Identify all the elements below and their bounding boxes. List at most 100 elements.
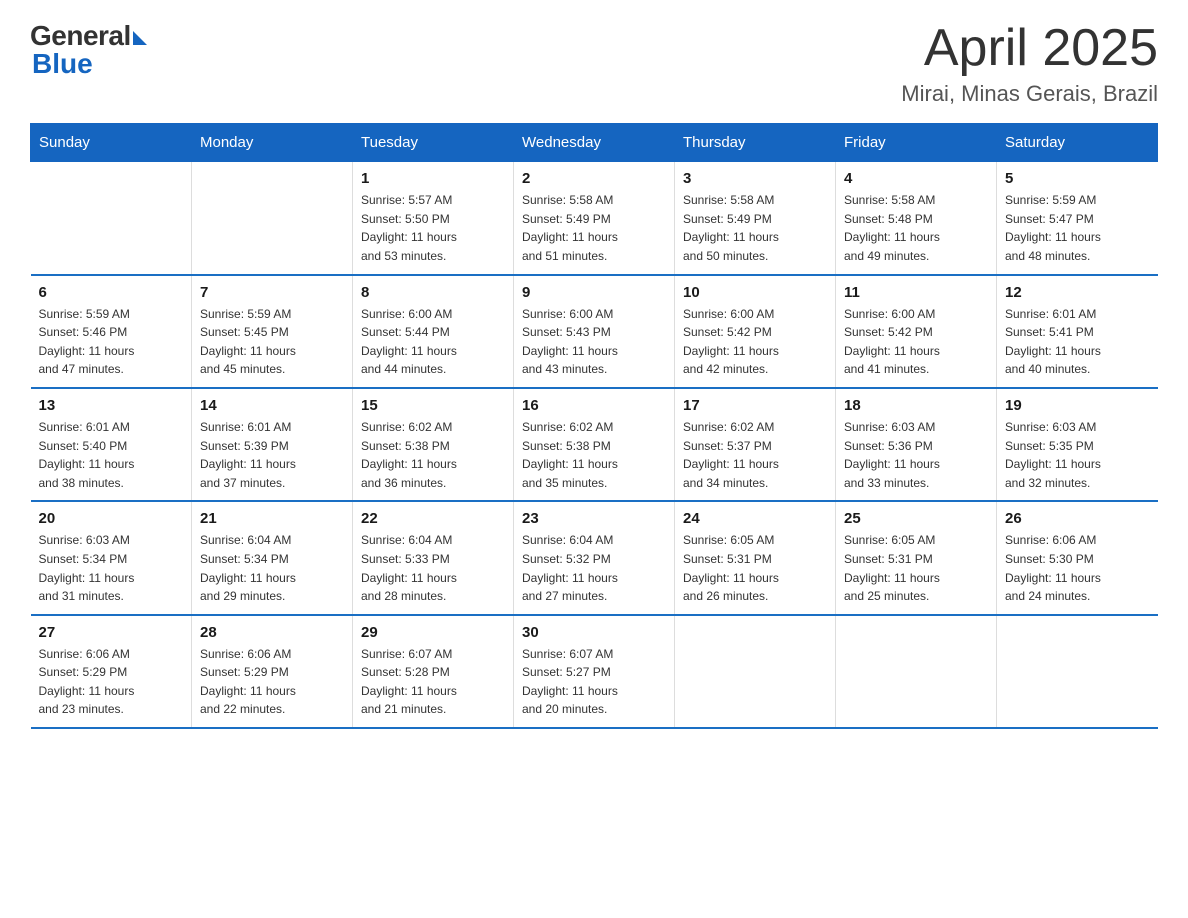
calendar-cell: 8Sunrise: 6:00 AMSunset: 5:44 PMDaylight… — [353, 275, 514, 388]
calendar-cell: 12 Sunrise: 6:01 AMSunset: 5:41 PMDayligh… — [997, 275, 1158, 388]
day-number: 28 — [200, 624, 344, 641]
day-number: 22 — [361, 510, 505, 527]
day-number: 15 — [361, 397, 505, 414]
day-number: 14 — [200, 397, 344, 414]
day-number: 24 — [683, 510, 827, 527]
day-info: Sunrise: 6:05 AMSunset: 5:31 PMDaylight:… — [844, 531, 988, 605]
day-number: 3 — [683, 170, 827, 187]
day-number: 16 — [522, 397, 666, 414]
calendar-cell — [192, 162, 353, 275]
day-info: Sunrise: 6:02 AMSunset: 5:37 PMDaylight:… — [683, 418, 827, 492]
calendar-cell — [836, 615, 997, 728]
day-number: 7 — [200, 284, 344, 301]
day-number: 30 — [522, 624, 666, 641]
calendar-cell: 6Sunrise: 5:59 AMSunset: 5:46 PMDaylight… — [31, 275, 192, 388]
calendar-cell: 14 Sunrise: 6:01 AMSunset: 5:39 PMDayligh… — [192, 388, 353, 501]
calendar-cell: 10Sunrise: 6:00 AMSunset: 5:42 PMDayligh… — [675, 275, 836, 388]
calendar-cell — [675, 615, 836, 728]
day-info: Sunrise: 6:01 AMSunset: 5:40 PMDaylight:… — [39, 418, 184, 492]
calendar-cell: 30 Sunrise: 6:07 AMSunset: 5:27 PMDayligh… — [514, 615, 675, 728]
calendar-week-row: 1 Sunrise: 5:57 AMSunset: 5:50 PMDaylight… — [31, 162, 1158, 275]
logo-blue-text: Blue — [30, 48, 93, 80]
col-sunday: Sunday — [31, 124, 192, 162]
day-info: Sunrise: 6:01 AMSunset: 5:39 PMDaylight:… — [200, 418, 344, 492]
day-info: Sunrise: 6:03 AMSunset: 5:35 PMDaylight:… — [1005, 418, 1150, 492]
col-tuesday: Tuesday — [353, 124, 514, 162]
day-number: 27 — [39, 624, 184, 641]
calendar-cell: 4Sunrise: 5:58 AMSunset: 5:48 PMDaylight… — [836, 162, 997, 275]
day-info: Sunrise: 6:03 AMSunset: 5:36 PMDaylight:… — [844, 418, 988, 492]
day-info: Sunrise: 6:03 AMSunset: 5:34 PMDaylight:… — [39, 531, 184, 605]
calendar-week-row: 13Sunrise: 6:01 AMSunset: 5:40 PMDayligh… — [31, 388, 1158, 501]
page-header: General Blue April 2025 Mirai, Minas Ger… — [30, 20, 1158, 107]
calendar-cell: 23 Sunrise: 6:04 AMSunset: 5:32 PMDayligh… — [514, 501, 675, 614]
calendar-cell: 17Sunrise: 6:02 AMSunset: 5:37 PMDayligh… — [675, 388, 836, 501]
day-number: 8 — [361, 284, 505, 301]
logo-arrow-icon — [133, 31, 147, 45]
calendar-cell: 18 Sunrise: 6:03 AMSunset: 5:36 PMDayligh… — [836, 388, 997, 501]
day-info: Sunrise: 5:58 AMSunset: 5:49 PMDaylight:… — [522, 191, 666, 265]
day-number: 25 — [844, 510, 988, 527]
title-block: April 2025 Mirai, Minas Gerais, Brazil — [901, 20, 1158, 107]
calendar-cell: 1 Sunrise: 5:57 AMSunset: 5:50 PMDaylight… — [353, 162, 514, 275]
calendar-cell: 11 Sunrise: 6:00 AMSunset: 5:42 PMDayligh… — [836, 275, 997, 388]
header-row: Sunday Monday Tuesday Wednesday Thursday… — [31, 124, 1158, 162]
day-number: 19 — [1005, 397, 1150, 414]
day-info: Sunrise: 6:06 AMSunset: 5:30 PMDaylight:… — [1005, 531, 1150, 605]
day-info: Sunrise: 5:57 AMSunset: 5:50 PMDaylight:… — [361, 191, 505, 265]
calendar-cell: 28Sunrise: 6:06 AMSunset: 5:29 PMDayligh… — [192, 615, 353, 728]
logo: General Blue — [30, 20, 147, 80]
day-info: Sunrise: 6:07 AMSunset: 5:28 PMDaylight:… — [361, 645, 505, 719]
day-info: Sunrise: 6:06 AMSunset: 5:29 PMDaylight:… — [39, 645, 184, 719]
calendar-week-row: 27 Sunrise: 6:06 AMSunset: 5:29 PMDayligh… — [31, 615, 1158, 728]
calendar-cell: 5 Sunrise: 5:59 AMSunset: 5:47 PMDaylight… — [997, 162, 1158, 275]
day-info: Sunrise: 5:59 AMSunset: 5:47 PMDaylight:… — [1005, 191, 1150, 265]
day-number: 23 — [522, 510, 666, 527]
calendar-week-row: 6Sunrise: 5:59 AMSunset: 5:46 PMDaylight… — [31, 275, 1158, 388]
col-thursday: Thursday — [675, 124, 836, 162]
calendar-cell: 22 Sunrise: 6:04 AMSunset: 5:33 PMDayligh… — [353, 501, 514, 614]
calendar-cell: 27 Sunrise: 6:06 AMSunset: 5:29 PMDayligh… — [31, 615, 192, 728]
col-saturday: Saturday — [997, 124, 1158, 162]
day-info: Sunrise: 5:59 AMSunset: 5:45 PMDaylight:… — [200, 305, 344, 379]
day-info: Sunrise: 5:59 AMSunset: 5:46 PMDaylight:… — [39, 305, 184, 379]
day-number: 2 — [522, 170, 666, 187]
day-info: Sunrise: 6:00 AMSunset: 5:42 PMDaylight:… — [683, 305, 827, 379]
calendar-cell: 3 Sunrise: 5:58 AMSunset: 5:49 PMDaylight… — [675, 162, 836, 275]
day-info: Sunrise: 5:58 AMSunset: 5:49 PMDaylight:… — [683, 191, 827, 265]
calendar-cell: 29Sunrise: 6:07 AMSunset: 5:28 PMDayligh… — [353, 615, 514, 728]
day-number: 5 — [1005, 170, 1150, 187]
calendar-cell: 2 Sunrise: 5:58 AMSunset: 5:49 PMDaylight… — [514, 162, 675, 275]
col-monday: Monday — [192, 124, 353, 162]
day-info: Sunrise: 6:04 AMSunset: 5:34 PMDaylight:… — [200, 531, 344, 605]
day-info: Sunrise: 5:58 AMSunset: 5:48 PMDaylight:… — [844, 191, 988, 265]
calendar-cell: 19 Sunrise: 6:03 AMSunset: 5:35 PMDayligh… — [997, 388, 1158, 501]
calendar-cell: 21 Sunrise: 6:04 AMSunset: 5:34 PMDayligh… — [192, 501, 353, 614]
day-info: Sunrise: 6:07 AMSunset: 5:27 PMDaylight:… — [522, 645, 666, 719]
calendar-cell: 13Sunrise: 6:01 AMSunset: 5:40 PMDayligh… — [31, 388, 192, 501]
calendar-cell: 9Sunrise: 6:00 AMSunset: 5:43 PMDaylight… — [514, 275, 675, 388]
calendar-week-row: 20 Sunrise: 6:03 AMSunset: 5:34 PMDayligh… — [31, 501, 1158, 614]
calendar-table: Sunday Monday Tuesday Wednesday Thursday… — [30, 123, 1158, 729]
location-text: Mirai, Minas Gerais, Brazil — [901, 81, 1158, 107]
calendar-cell: 20 Sunrise: 6:03 AMSunset: 5:34 PMDayligh… — [31, 501, 192, 614]
calendar-cell: 15Sunrise: 6:02 AMSunset: 5:38 PMDayligh… — [353, 388, 514, 501]
calendar-cell: 16Sunrise: 6:02 AMSunset: 5:38 PMDayligh… — [514, 388, 675, 501]
calendar-cell: 26 Sunrise: 6:06 AMSunset: 5:30 PMDayligh… — [997, 501, 1158, 614]
day-number: 26 — [1005, 510, 1150, 527]
day-info: Sunrise: 6:00 AMSunset: 5:42 PMDaylight:… — [844, 305, 988, 379]
day-number: 21 — [200, 510, 344, 527]
day-number: 1 — [361, 170, 505, 187]
col-wednesday: Wednesday — [514, 124, 675, 162]
day-info: Sunrise: 6:01 AMSunset: 5:41 PMDaylight:… — [1005, 305, 1150, 379]
calendar-cell: 25 Sunrise: 6:05 AMSunset: 5:31 PMDayligh… — [836, 501, 997, 614]
day-info: Sunrise: 6:04 AMSunset: 5:33 PMDaylight:… — [361, 531, 505, 605]
day-number: 20 — [39, 510, 184, 527]
day-number: 11 — [844, 284, 988, 301]
day-info: Sunrise: 6:04 AMSunset: 5:32 PMDaylight:… — [522, 531, 666, 605]
calendar-cell — [997, 615, 1158, 728]
day-number: 12 — [1005, 284, 1150, 301]
day-number: 18 — [844, 397, 988, 414]
col-friday: Friday — [836, 124, 997, 162]
day-info: Sunrise: 6:05 AMSunset: 5:31 PMDaylight:… — [683, 531, 827, 605]
